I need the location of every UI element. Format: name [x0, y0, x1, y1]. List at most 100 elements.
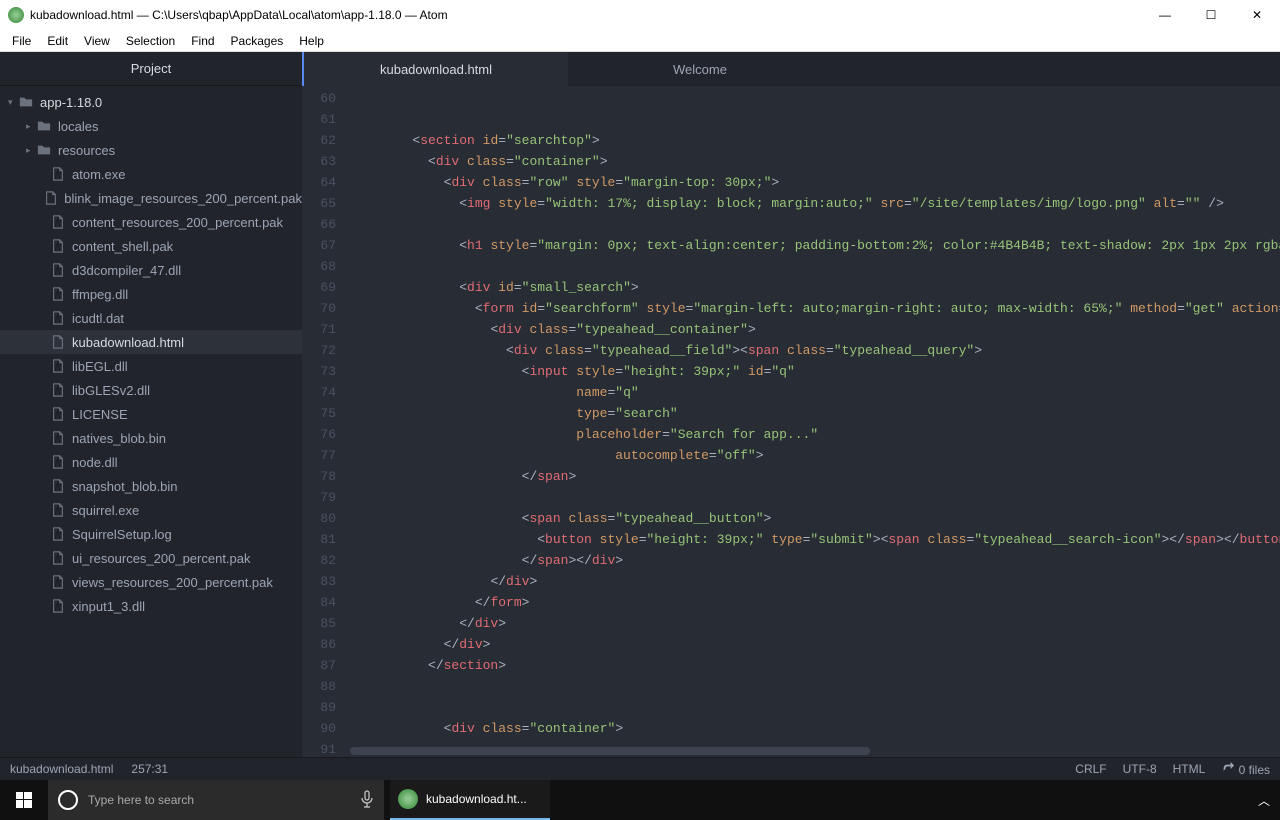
window-title: kubadownload.html — C:\Users\qbap\AppDat…	[30, 8, 448, 22]
window-titlebar: kubadownload.html — C:\Users\qbap\AppDat…	[0, 0, 1280, 30]
menu-edit[interactable]: Edit	[39, 32, 76, 50]
tree-item[interactable]: libEGL.dll	[0, 354, 302, 378]
file-icon	[50, 263, 66, 277]
tree-item[interactable]: ▸ locales	[0, 114, 302, 138]
tree-item[interactable]: natives_blob.bin	[0, 426, 302, 450]
tree-item[interactable]: views_resources_200_percent.pak	[0, 570, 302, 594]
tree-item-label: views_resources_200_percent.pak	[72, 575, 273, 590]
expand-arrow-icon: ▸	[26, 121, 36, 132]
tree-item[interactable]: node.dll	[0, 450, 302, 474]
menu-find[interactable]: Find	[183, 32, 222, 50]
git-icon	[1221, 763, 1235, 777]
file-icon	[50, 503, 66, 517]
menu-file[interactable]: File	[4, 32, 39, 50]
menu-help[interactable]: Help	[291, 32, 332, 50]
cortana-icon	[58, 790, 78, 810]
file-icon	[50, 215, 66, 229]
tree-item[interactable]: content_shell.pak	[0, 234, 302, 258]
expand-arrow-icon: ▾	[8, 97, 18, 108]
tree-item[interactable]: ▾ app-1.18.0	[0, 90, 302, 114]
file-icon	[50, 383, 66, 397]
tree-item-label: SquirrelSetup.log	[72, 527, 172, 542]
folder-icon	[36, 143, 52, 157]
tree-item[interactable]: blink_image_resources_200_percent.pak	[0, 186, 302, 210]
project-sidebar: Project ▾ app-1.18.0 ▸ locales ▸ resources ato…	[0, 52, 302, 757]
tree-item[interactable]: content_resources_200_percent.pak	[0, 210, 302, 234]
maximize-button[interactable]: ☐	[1188, 0, 1234, 30]
file-icon	[50, 479, 66, 493]
atom-logo-icon	[8, 7, 24, 23]
close-button[interactable]: ✕	[1234, 0, 1280, 30]
status-encoding[interactable]: UTF-8	[1123, 762, 1157, 776]
search-placeholder: Type here to search	[88, 793, 194, 807]
menu-selection[interactable]: Selection	[118, 32, 183, 50]
status-git[interactable]: 0 files	[1221, 762, 1270, 777]
taskbar-search[interactable]: Type here to search	[48, 780, 384, 820]
file-icon	[50, 359, 66, 373]
tree-item[interactable]: snapshot_blob.bin	[0, 474, 302, 498]
tree-item-label: libGLESv2.dll	[72, 383, 150, 398]
tree-item-label: kubadownload.html	[72, 335, 184, 350]
file-icon	[50, 575, 66, 589]
system-tray[interactable]: ︿	[1248, 792, 1280, 809]
tree-item[interactable]: xinput1_3.dll	[0, 594, 302, 618]
tree-item-label: blink_image_resources_200_percent.pak	[64, 191, 302, 206]
tree-item[interactable]: atom.exe	[0, 162, 302, 186]
file-icon	[50, 455, 66, 469]
status-cursor-pos[interactable]: 257:31	[131, 762, 168, 776]
file-icon	[50, 311, 66, 325]
tree-item-label: natives_blob.bin	[72, 431, 166, 446]
file-icon	[50, 431, 66, 445]
line-gutter: 6061626364656667686970717273747576777879…	[302, 86, 350, 757]
file-icon	[50, 167, 66, 181]
file-icon	[50, 287, 66, 301]
taskbar-app-atom[interactable]: kubadownload.ht...	[390, 780, 550, 820]
taskbar-app-label: kubadownload.ht...	[426, 792, 527, 806]
menu-packages[interactable]: Packages	[223, 32, 292, 50]
file-icon	[44, 191, 58, 205]
tree-item[interactable]: LICENSE	[0, 402, 302, 426]
minimize-button[interactable]: —	[1142, 0, 1188, 30]
tree-item[interactable]: d3dcompiler_47.dll	[0, 258, 302, 282]
file-tree[interactable]: ▾ app-1.18.0 ▸ locales ▸ resources atom.exe bli…	[0, 86, 302, 622]
mic-icon[interactable]	[360, 790, 374, 811]
tree-item-label: squirrel.exe	[72, 503, 139, 518]
tree-item-label: content_resources_200_percent.pak	[72, 215, 283, 230]
tree-item-label: ui_resources_200_percent.pak	[72, 551, 251, 566]
tree-item[interactable]: kubadownload.html	[0, 330, 302, 354]
code-content[interactable]: <section id="searchtop"> <div class="con…	[350, 86, 1280, 757]
sidebar-header: Project	[0, 52, 302, 86]
start-button[interactable]	[0, 792, 48, 808]
tree-item[interactable]: ▸ resources	[0, 138, 302, 162]
tree-item-label: app-1.18.0	[40, 95, 102, 110]
tree-item[interactable]: ffmpeg.dll	[0, 282, 302, 306]
file-icon	[50, 527, 66, 541]
tree-item-label: ffmpeg.dll	[72, 287, 128, 302]
file-icon	[50, 239, 66, 253]
code-editor[interactable]: 6061626364656667686970717273747576777879…	[302, 86, 1280, 757]
tree-item[interactable]: SquirrelSetup.log	[0, 522, 302, 546]
expand-arrow-icon: ▸	[26, 145, 36, 156]
tree-item-label: locales	[58, 119, 98, 134]
tree-item-label: content_shell.pak	[72, 239, 173, 254]
status-language[interactable]: HTML	[1173, 762, 1206, 776]
tab[interactable]: Welcome	[568, 52, 832, 86]
status-bar: kubadownload.html 257:31 CRLF UTF-8 HTML…	[0, 757, 1280, 780]
menu-view[interactable]: View	[76, 32, 118, 50]
file-icon	[50, 335, 66, 349]
tree-item-label: xinput1_3.dll	[72, 599, 145, 614]
chevron-up-icon[interactable]: ︿	[1258, 792, 1270, 809]
tab[interactable]: kubadownload.html	[304, 52, 568, 86]
tree-item-label: resources	[58, 143, 115, 158]
tree-item-label: libEGL.dll	[72, 359, 128, 374]
tree-item[interactable]: ui_resources_200_percent.pak	[0, 546, 302, 570]
editor-tabs: kubadownload.htmlWelcome	[302, 52, 1280, 86]
status-file[interactable]: kubadownload.html	[10, 762, 113, 776]
status-line-ending[interactable]: CRLF	[1075, 762, 1106, 776]
tree-item-label: LICENSE	[72, 407, 128, 422]
tree-item-label: d3dcompiler_47.dll	[72, 263, 181, 278]
tree-item[interactable]: libGLESv2.dll	[0, 378, 302, 402]
tree-item[interactable]: squirrel.exe	[0, 498, 302, 522]
horizontal-scrollbar[interactable]	[350, 745, 1280, 757]
tree-item[interactable]: icudtl.dat	[0, 306, 302, 330]
